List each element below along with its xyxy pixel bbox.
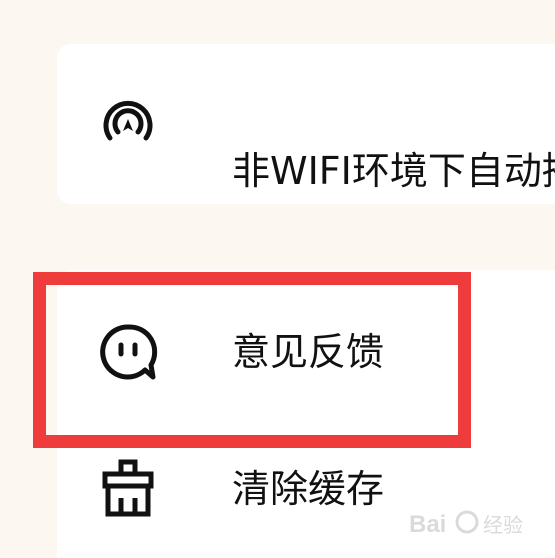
svg-text:经验: 经验 — [483, 513, 523, 537]
setting-row-autoplay[interactable]: 非WIFI环境下自动播 — [57, 44, 555, 204]
settings-page: 非WIFI环境下自动播 意见反馈 清除缓存 Bai 经验 — [0, 0, 555, 558]
setting-label-clear-cache: 清除缓存 — [232, 467, 385, 511]
setting-label-autoplay: 非WIFI环境下自动播 — [232, 149, 555, 193]
highlight-annotation-box — [33, 272, 471, 448]
broom-icon — [97, 458, 159, 520]
wireless-play-icon — [97, 94, 159, 156]
svg-text:Bai: Bai — [409, 511, 446, 538]
watermark-logo: Bai 经验 — [407, 502, 537, 546]
